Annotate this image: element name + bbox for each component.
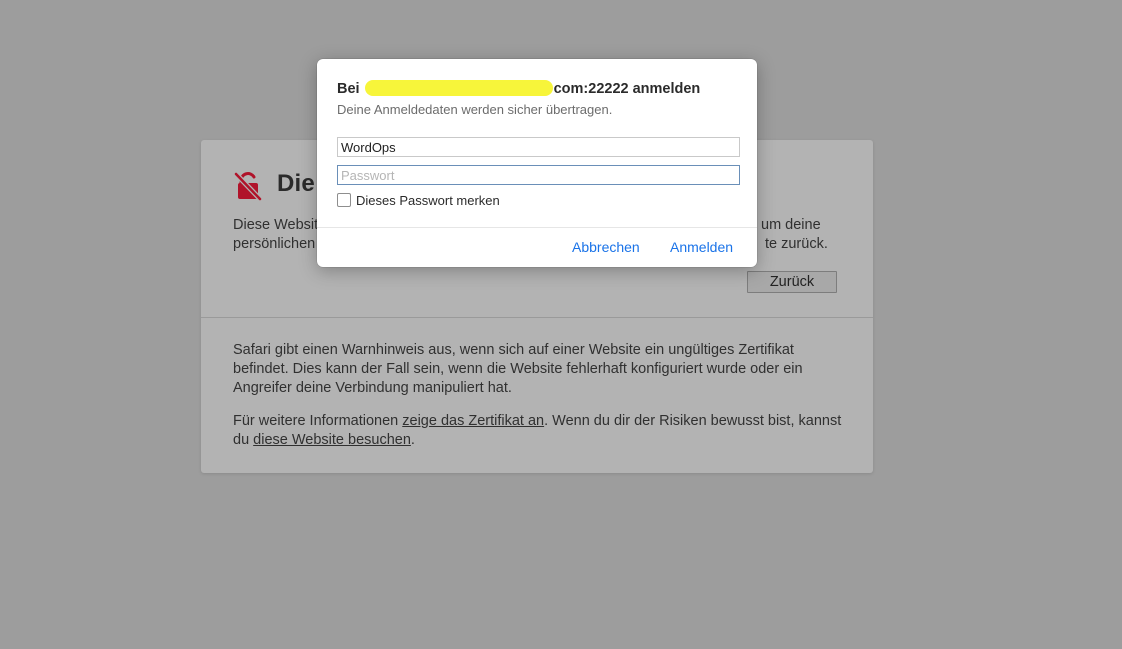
warning-details: Safari gibt einen Warnhinweis aus, wenn … xyxy=(233,341,843,464)
warning-line1-start: Diese Websit xyxy=(233,217,319,233)
remember-password-label: Dieses Passwort merken xyxy=(356,192,500,208)
warning-explanation: Safari gibt einen Warnhinweis aus, wenn … xyxy=(233,342,803,396)
warning-line2-start: persönlichen xyxy=(233,236,316,252)
back-button[interactable]: Zurück xyxy=(747,271,837,293)
dialog-subtitle: Deine Anmeldedaten werden sicher übertra… xyxy=(337,102,613,117)
login-button[interactable]: Anmelden xyxy=(670,239,733,255)
broken-lock-icon xyxy=(234,172,262,201)
more-info-prefix: Für weitere Informationen xyxy=(233,413,403,429)
visit-website-link[interactable]: diese Website besuchen xyxy=(253,432,411,448)
warning-more-info: Für weitere Informationen zeige das Zert… xyxy=(233,412,843,450)
dialog-divider xyxy=(317,227,757,228)
warning-line2-end: te zurück. xyxy=(765,236,828,252)
divider xyxy=(201,317,873,318)
cancel-button[interactable]: Abbrechen xyxy=(572,239,640,255)
login-dialog: Bei com:22222 anmelden Deine Anmeldedate… xyxy=(317,59,757,267)
redaction-mark xyxy=(364,80,553,96)
dialog-title-prefix: Bei xyxy=(337,81,360,97)
dialog-title-suffix: com:22222 anmelden xyxy=(553,81,701,97)
username-field[interactable] xyxy=(337,137,740,157)
remember-password-checkbox[interactable] xyxy=(337,193,351,207)
password-field[interactable] xyxy=(337,165,740,185)
dialog-title: Bei com:22222 anmelden xyxy=(337,80,700,97)
warning-title: Die xyxy=(277,170,315,197)
warning-line1-end: um deine xyxy=(761,217,821,233)
remember-password-option[interactable]: Dieses Passwort merken xyxy=(337,192,500,208)
more-info-suffix: . xyxy=(410,432,415,448)
show-certificate-link[interactable]: zeige das Zertifikat an xyxy=(402,413,544,429)
